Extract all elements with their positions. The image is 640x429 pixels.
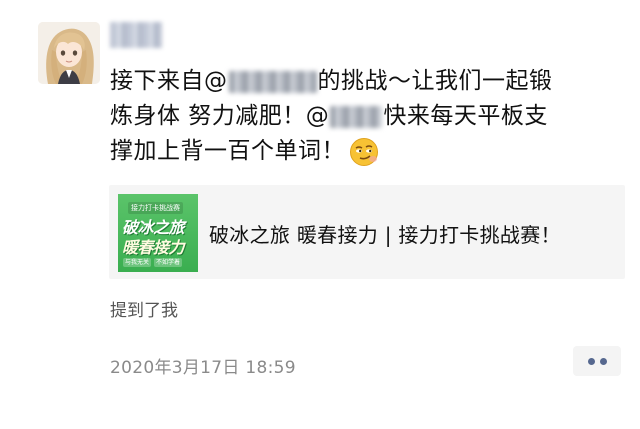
thumb-top-label: 接力打卡挑战赛 xyxy=(128,202,183,214)
more-actions-button[interactable] xyxy=(573,346,621,376)
post-text-segment: 的挑战～让我们一起锻 xyxy=(317,68,553,94)
post-text-segment: 炼身体 努力减肥！@ xyxy=(110,103,330,129)
link-card-thumbnail: 接力打卡挑战赛 破冰之旅 暖春接力 与我无关 不如学着 xyxy=(118,194,198,272)
thumb-title-line2: 暖春接力 xyxy=(122,238,185,257)
post-text-segment: 接下来自@ xyxy=(110,68,228,94)
post-content: 接下来自@ 的挑战～让我们一起锻 炼身体 努力减肥！@ 快来每天平板支 撑加上背一百… xyxy=(110,64,630,169)
post-line-2: 炼身体 努力减肥！@ 快来每天平板支 xyxy=(110,99,630,134)
avatar[interactable] xyxy=(38,22,100,84)
mentioned-me-label: 提到了我 xyxy=(110,301,178,321)
more-dot-icon xyxy=(600,358,607,365)
post-timestamp: 2020年3月17日 18:59 xyxy=(110,358,296,378)
mention-blurred[interactable] xyxy=(228,70,317,93)
link-card-title: 破冰之旅 暖春接力 | 接力打卡挑战赛！ xyxy=(209,223,561,247)
moment-post: 接下来自@ 的挑战～让我们一起锻 炼身体 努力减肥！@ 快来每天平板支 撑加上背一百… xyxy=(0,0,640,429)
avatar-illustration-icon xyxy=(38,22,100,84)
post-line-3: 撑加上背一百个单词！ xyxy=(110,134,630,169)
mention-blurred[interactable] xyxy=(330,105,383,128)
thumb-tag: 与我无关 xyxy=(123,258,152,267)
more-dot-icon xyxy=(588,358,595,365)
post-text-segment: 快来每天平板支 xyxy=(383,103,548,129)
thumb-bottom-tags: 与我无关 不如学着 xyxy=(123,257,185,267)
post-line-1: 接下来自@ 的挑战～让我们一起锻 xyxy=(110,64,630,99)
username-blurred[interactable] xyxy=(110,22,162,48)
link-card[interactable]: 接力打卡挑战赛 破冰之旅 暖春接力 与我无关 不如学着 破冰之旅 暖春接力 | 接… xyxy=(109,185,625,279)
thumb-tag: 不如学着 xyxy=(154,258,183,267)
post-text-segment: 撑加上背一百个单词！ xyxy=(110,138,345,164)
smirk-emoji-icon xyxy=(350,137,378,166)
